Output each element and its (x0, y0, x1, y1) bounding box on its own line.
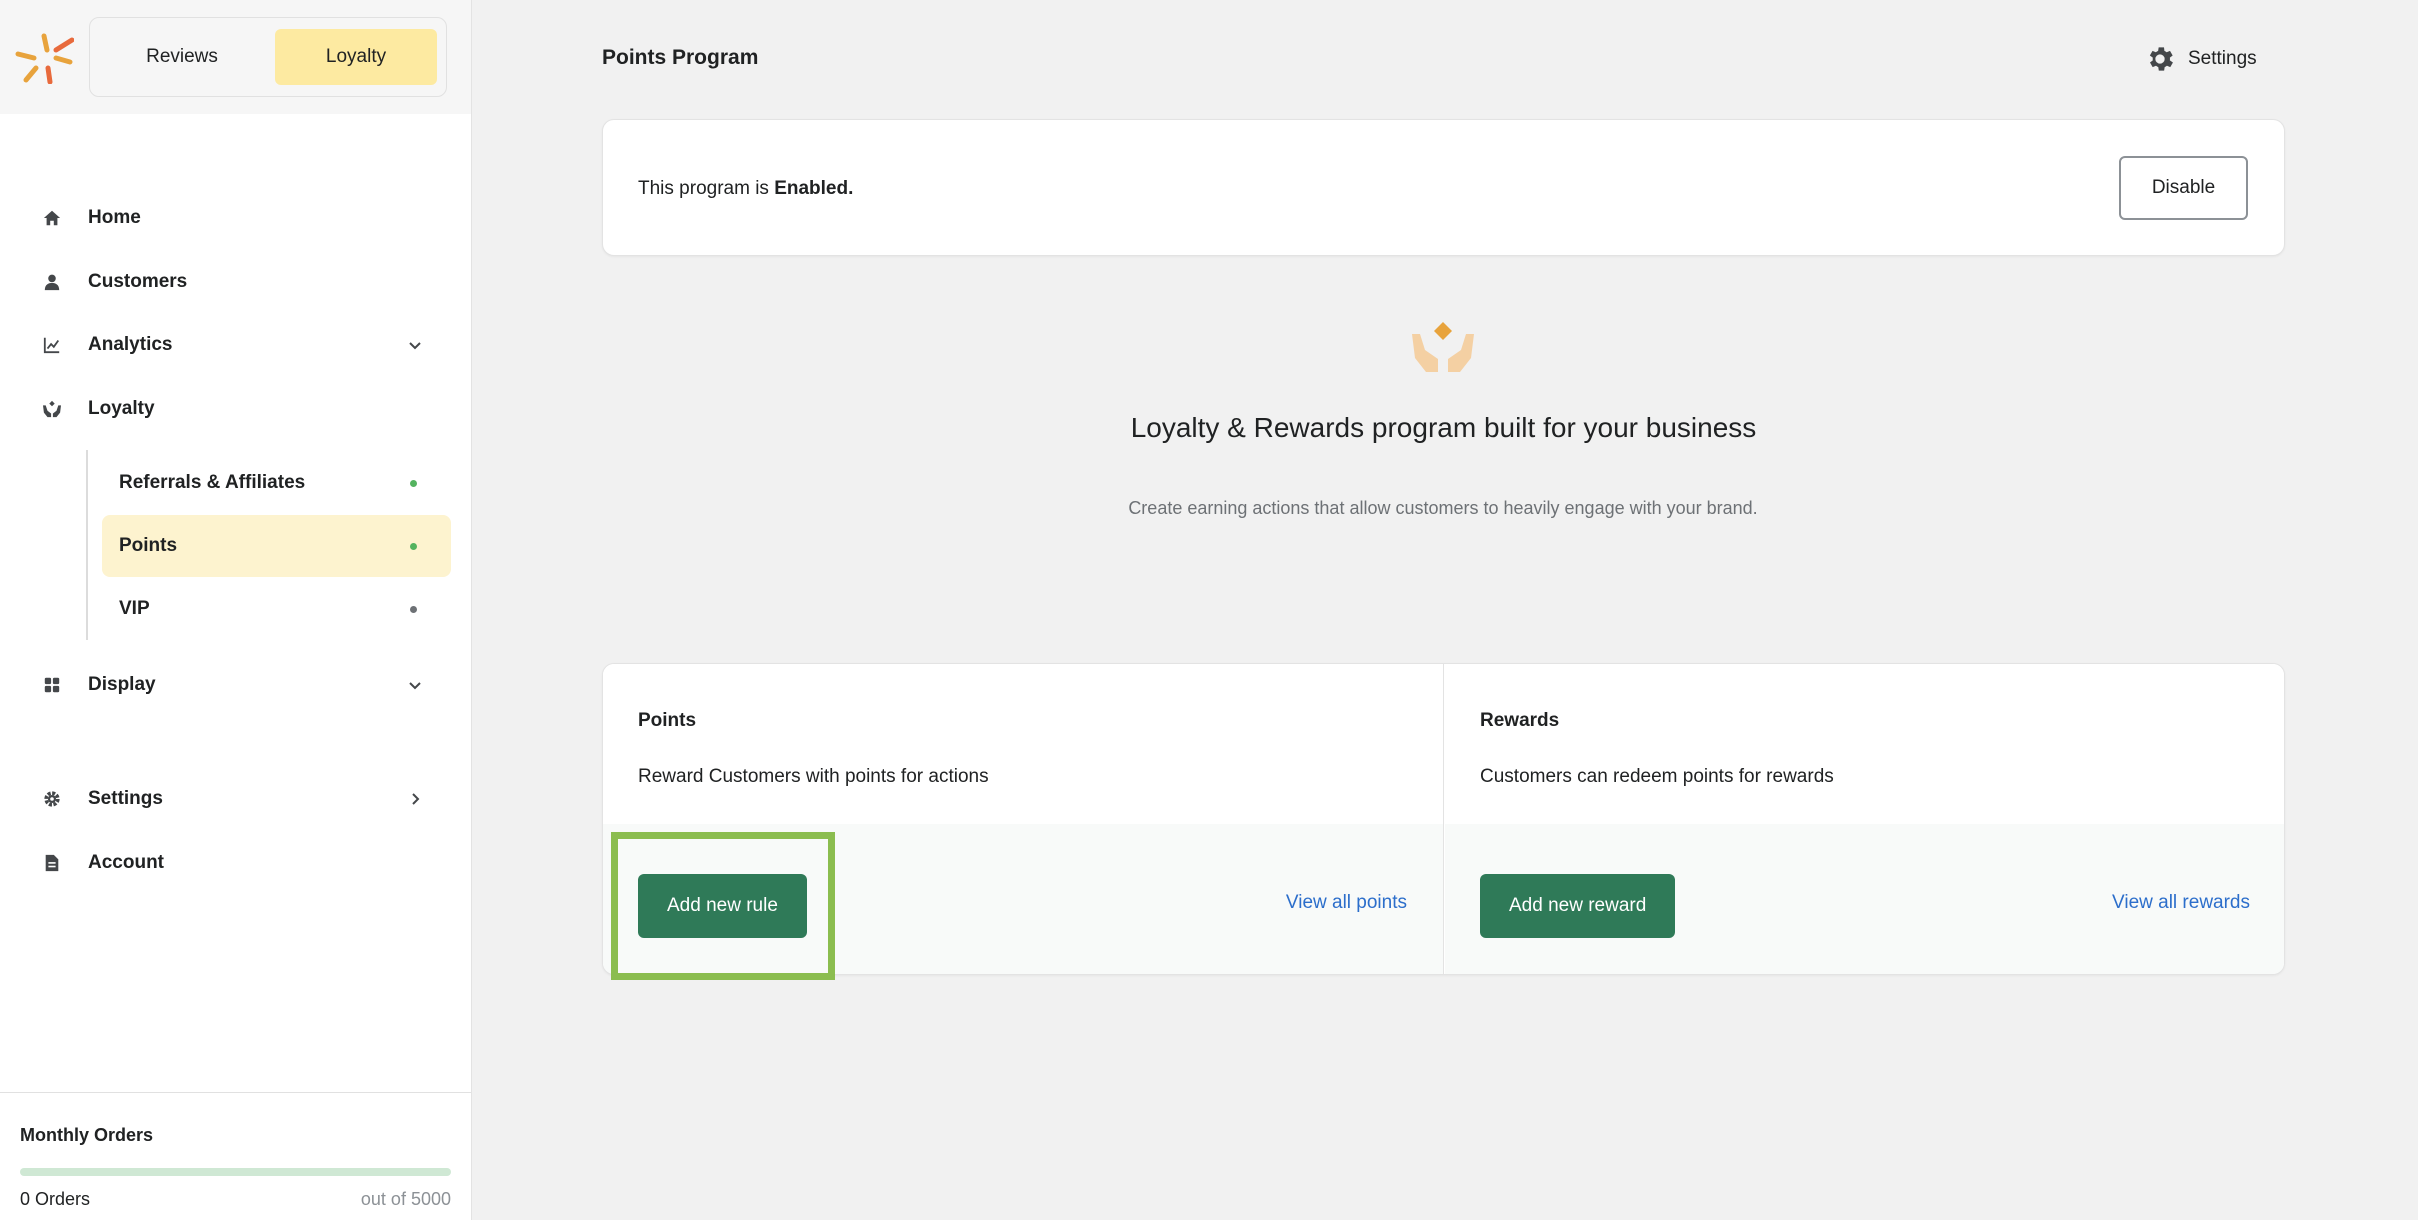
orders-count: 0 Orders (20, 1189, 91, 1209)
sidebar-item-settings[interactable]: Settings (0, 774, 471, 824)
tab-reviews[interactable]: Reviews (100, 29, 264, 85)
status-dot (410, 543, 417, 550)
sidebar-item-loyalty[interactable]: Loyalty (0, 384, 471, 434)
disable-button[interactable]: Disable (2119, 156, 2248, 220)
view-all-rewards-link[interactable]: View all rewards (2112, 892, 2250, 914)
home-icon (42, 208, 62, 228)
loyalty-hands-icon (42, 399, 62, 419)
document-icon (42, 853, 62, 873)
add-new-rule-button[interactable]: Add new rule (638, 874, 807, 938)
rewards-header: Rewards Customers can redeem points for … (1445, 664, 2284, 824)
person-icon (42, 272, 62, 292)
status-dot (410, 480, 417, 487)
sidebar-item-label: Account (88, 852, 164, 873)
grid-icon (42, 675, 62, 695)
points-column: Points Reward Customers with points for … (603, 664, 1444, 974)
hero-description: Create earning actions that allow custom… (1128, 498, 1758, 518)
gear-icon (2149, 47, 2173, 71)
sidebar: Reviews Loyalty Home Customers Analytics… (0, 0, 472, 1220)
sidebar-item-label: Settings (88, 788, 163, 809)
rewards-column: Rewards Customers can redeem points for … (1445, 664, 2284, 974)
add-new-reward-button[interactable]: Add new reward (1480, 874, 1676, 938)
chart-icon (42, 335, 62, 355)
status-prefix: This program is (638, 178, 769, 199)
program-status-text: This program is Enabled. (638, 120, 853, 257)
points-title: Points (638, 710, 697, 731)
sidebar-item-label: Analytics (88, 334, 173, 355)
sidebar-item-account[interactable]: Account (0, 838, 471, 888)
sidebar-item-label: Loyalty (88, 398, 155, 419)
program-status-card: This program is Enabled. Disable (602, 119, 2285, 256)
loyalty-hands-icon (1412, 322, 1474, 372)
sidebar-item-label: Display (88, 674, 156, 695)
sidebar-subitem-label: Referrals & Affiliates (119, 472, 306, 493)
submenu-rail (86, 450, 88, 640)
orders-max: out of 5000 (360, 1189, 451, 1209)
settings-label: Settings (2188, 48, 2257, 69)
app-switcher: Reviews Loyalty (89, 17, 447, 97)
status-state: Enabled. (774, 178, 854, 199)
sidebar-subitem-referrals[interactable]: Referrals & Affiliates (102, 452, 451, 514)
sidebar-item-customers[interactable]: Customers (0, 257, 471, 307)
sidebar-item-label: Customers (88, 271, 188, 292)
sidebar-item-analytics[interactable]: Analytics (0, 320, 471, 370)
view-all-points-link[interactable]: View all points (1286, 892, 1407, 914)
points-description: Reward Customers with points for actions (638, 766, 989, 787)
rewards-description: Customers can redeem points for rewards (1480, 766, 1834, 787)
rewards-title: Rewards (1480, 710, 1560, 731)
status-dot (410, 606, 417, 613)
chevron-right-icon[interactable] (405, 789, 425, 809)
brand-logo-icon[interactable] (14, 28, 74, 84)
chevron-down-icon[interactable] (405, 335, 425, 355)
points-header: Points Reward Customers with points for … (603, 664, 1443, 824)
sidebar-item-home[interactable]: Home (0, 193, 471, 243)
points-actions: Add new rule View all points (603, 824, 1443, 974)
monthly-orders-panel: Monthly Orders 0 Orders out of 5000 (0, 1092, 471, 1220)
sidebar-item-display[interactable]: Display (0, 660, 471, 710)
sidebar-item-label: Home (88, 207, 141, 228)
page-title: Points Program (602, 46, 759, 69)
sidebar-header: Reviews Loyalty (0, 0, 471, 114)
gear-icon (42, 789, 62, 809)
points-rewards-card: Points Reward Customers with points for … (602, 663, 2285, 975)
chevron-down-icon[interactable] (405, 675, 425, 695)
orders-progress-bar (20, 1168, 451, 1176)
sidebar-subitem-label: Points (119, 535, 178, 556)
sidebar-subitem-label: VIP (119, 598, 150, 619)
settings-button[interactable]: Settings (2144, 42, 2257, 76)
monthly-orders-title: Monthly Orders (20, 1125, 154, 1145)
tab-loyalty[interactable]: Loyalty (275, 29, 437, 85)
hero-title: Loyalty & Rewards program built for your… (1130, 412, 1757, 443)
sidebar-subitem-points[interactable]: Points (102, 515, 451, 577)
rewards-actions: Add new reward View all rewards (1445, 824, 2284, 974)
sidebar-subitem-vip[interactable]: VIP (102, 578, 451, 640)
